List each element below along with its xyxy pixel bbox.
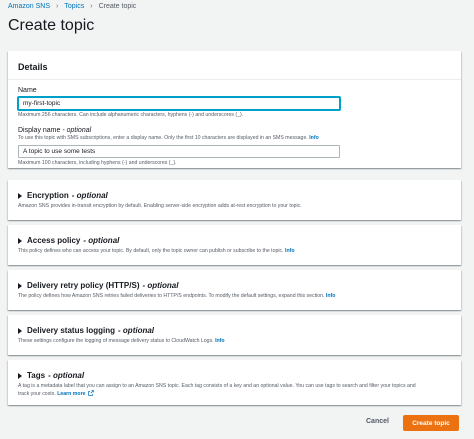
tags-description-line2-text: track your costs. [18,391,56,397]
name-hint: Maximum 256 characters. Can include alph… [18,112,244,118]
encryption-description: Amazon SNS provides in-transit encryptio… [18,203,302,209]
tags-description-line2: track your costs. Learn more [18,390,451,398]
tags-learn-more-label: Learn more [57,391,86,397]
tags-description: A tag is a metadata label that you can a… [18,383,451,398]
external-link-icon [88,390,94,396]
display-name-input[interactable] [18,145,340,158]
caret-right-icon [18,192,22,199]
cancel-button[interactable]: Cancel [366,418,389,425]
tags-panel: Tags - optional A tag is a metadata labe… [8,360,461,405]
tags-expander[interactable]: Tags - optional [18,371,451,380]
breadcrumb-topics[interactable]: Topics [64,3,84,10]
delivery-logging-info-link[interactable]: Info [215,338,225,344]
delivery-retry-description: The policy defines how Amazon SNS retrie… [18,293,451,300]
access-policy-title: Access policy [27,236,81,245]
display-name-info-link[interactable]: Info [309,135,319,141]
page-title: Create topic [8,17,95,34]
access-policy-expander[interactable]: Access policy - optional [18,236,451,245]
breadcrumb: Amazon SNS › Topics › Create topic [8,3,136,10]
delivery-retry-title: Delivery retry policy (HTTP/S) [27,281,140,290]
display-name-description: To use this topic with SMS subscriptions… [18,135,451,142]
create-topic-button[interactable]: Create topic [403,415,459,431]
access-policy-panel: Access policy - optional This policy def… [8,225,461,265]
delivery-retry-expander[interactable]: Delivery retry policy (HTTP/S) - optiona… [18,281,451,290]
delivery-logging-optional: - optional [118,326,155,335]
access-policy-description: This policy defines who can access your … [18,248,451,255]
chevron-right-icon: › [90,3,93,10]
caret-right-icon [18,372,22,379]
display-name-description-text: To use this topic with SMS subscriptions… [18,135,308,141]
details-header: Details [8,51,461,80]
encryption-expander[interactable]: Encryption - optional [18,191,451,200]
access-policy-info-link[interactable]: Info [285,248,295,254]
breadcrumb-current: Create topic [98,3,137,10]
display-name-label: Display name - optional [18,126,451,135]
caret-right-icon [18,327,22,334]
encryption-optional: - optional [71,191,108,200]
delivery-retry-optional: - optional [142,281,179,290]
delivery-logging-panel: Delivery status logging - optional These… [8,315,461,355]
tags-optional: - optional [48,371,85,380]
name-input[interactable] [18,97,340,110]
tags-description-line1: A tag is a metadata label that you can a… [18,383,416,389]
chevron-right-icon: › [56,3,59,10]
tags-learn-more-link[interactable]: Learn more [57,390,94,397]
delivery-retry-info-link[interactable]: Info [326,293,336,299]
encryption-title: Encryption [27,191,69,200]
name-label: Name [18,87,37,94]
delivery-retry-panel: Delivery retry policy (HTTP/S) - optiona… [8,270,461,310]
access-policy-optional: - optional [83,236,120,245]
tags-title: Tags [27,371,46,380]
display-name-label-text: Display name [18,127,61,134]
delivery-logging-title: Delivery status logging [27,326,116,335]
details-title: Details [18,62,48,72]
access-policy-description-text: This policy defines who can access your … [18,248,284,254]
breadcrumb-amazon-sns[interactable]: Amazon SNS [8,3,50,10]
details-panel: Details Name Maximum 256 characters. Can… [8,51,461,168]
encryption-panel: Encryption - optional Amazon SNS provide… [8,180,461,220]
caret-right-icon [18,282,22,289]
delivery-logging-expander[interactable]: Delivery status logging - optional [18,326,451,335]
delivery-logging-description: These settings configure the logging of … [18,338,451,345]
caret-right-icon [18,237,22,244]
delivery-logging-description-text: These settings configure the logging of … [18,338,214,344]
display-name-optional: - optional [62,127,92,134]
delivery-retry-description-text: The policy defines how Amazon SNS retrie… [18,293,325,299]
display-name-hint: Maximum 100 characters, including hyphen… [18,160,177,166]
